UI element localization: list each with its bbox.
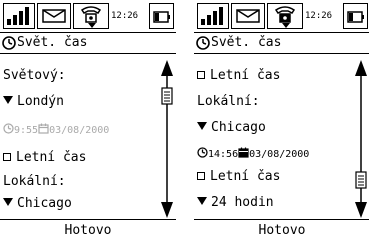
world-date: 03/08/2000 (49, 125, 110, 136)
done-button[interactable]: Hotovo (0, 223, 176, 238)
local-label: Lokální: (197, 94, 260, 109)
status-bar: 12:26 (0, 0, 176, 32)
scrollbar[interactable] (160, 60, 174, 218)
title-bar: Svět. čas (0, 32, 176, 54)
signal-icon (3, 3, 35, 29)
dst-checkbox-row[interactable]: Letní čas (197, 68, 280, 83)
chevron-down-icon (88, 23, 96, 28)
softkey-bar: Hotovo (194, 219, 369, 241)
dst-checkbox-row[interactable]: Letní čas (3, 150, 86, 165)
envelope-icon (37, 3, 71, 29)
dst-label: Letní čas (210, 169, 281, 184)
calendar-icon (238, 147, 249, 158)
local-time[interactable]: 14:56 (208, 149, 238, 160)
scroll-up-arrow-icon[interactable] (355, 60, 367, 76)
clock-icon (197, 147, 208, 158)
clock-icon (3, 123, 14, 134)
settings-list: Světový: Londýn 9:55 03/08/2000 Letní ča… (0, 56, 160, 220)
battery-icon (149, 3, 174, 29)
settings-list: Letní čas Lokální: Chicago 14:56 03/08/2… (194, 56, 354, 220)
dst-label: Letní čas (16, 150, 87, 165)
scroll-thumb[interactable] (161, 87, 173, 105)
world-label: Světový: (3, 68, 66, 83)
dropdown-arrow-icon (3, 96, 13, 104)
scroll-down-arrow-icon[interactable] (161, 202, 173, 218)
page-title: Svět. čas (17, 35, 88, 50)
dst-checkbox[interactable] (197, 71, 205, 79)
local-city-select[interactable]: Chicago (3, 196, 72, 211)
page-title: Svět. čas (211, 35, 282, 50)
phone-icon (73, 3, 109, 29)
dropdown-arrow-icon (197, 122, 207, 130)
world-time: 9:55 (14, 125, 39, 136)
clock-icon (196, 36, 210, 50)
phone-icon (267, 3, 303, 29)
scrollbar[interactable] (354, 60, 368, 218)
scroll-thumb[interactable] (355, 171, 367, 189)
local-city-select[interactable]: Chicago (197, 120, 266, 135)
local-time-row[interactable]: 14:56 03/08/2000 (197, 147, 309, 160)
world-city-value: Londýn (17, 94, 64, 109)
status-time: 12:26 (305, 11, 333, 21)
chevron-down-icon (282, 23, 290, 28)
world-time-row: 9:55 03/08/2000 (3, 123, 109, 136)
dst-checkbox-row-2[interactable]: Letní čas (197, 169, 280, 184)
battery-icon (343, 3, 368, 29)
title-bar: Svět. čas (194, 32, 369, 54)
phone-screen-left: 12:26 Svět. čas Světový: Londýn 9:55 03/… (0, 0, 176, 241)
clock-icon (2, 36, 16, 50)
time-format-value: 24 hodin (211, 195, 274, 210)
calendar-icon (38, 123, 49, 134)
done-button[interactable]: Hotovo (194, 223, 369, 238)
time-format-select[interactable]: 24 hodin (197, 195, 274, 210)
dropdown-arrow-icon (197, 197, 207, 205)
scroll-down-arrow-icon[interactable] (355, 202, 367, 218)
status-time: 12:26 (111, 11, 139, 21)
local-date[interactable]: 03/08/2000 (249, 149, 309, 160)
phone-screen-right: 12:26 Svět. čas Letní čas Lokální: Chica… (194, 0, 369, 241)
signal-icon (197, 3, 229, 29)
dst-checkbox[interactable] (197, 172, 205, 180)
local-city-value: Chicago (211, 120, 266, 135)
dst-checkbox[interactable] (3, 153, 11, 161)
softkey-bar: Hotovo (0, 219, 176, 241)
local-label: Lokální: (3, 174, 66, 189)
dropdown-arrow-icon (3, 198, 13, 206)
dst-label: Letní čas (210, 68, 281, 83)
scroll-up-arrow-icon[interactable] (161, 60, 173, 76)
envelope-icon (231, 3, 265, 29)
status-bar: 12:26 (194, 0, 369, 32)
world-city-select[interactable]: Londýn (3, 94, 64, 109)
local-city-value: Chicago (17, 196, 72, 211)
